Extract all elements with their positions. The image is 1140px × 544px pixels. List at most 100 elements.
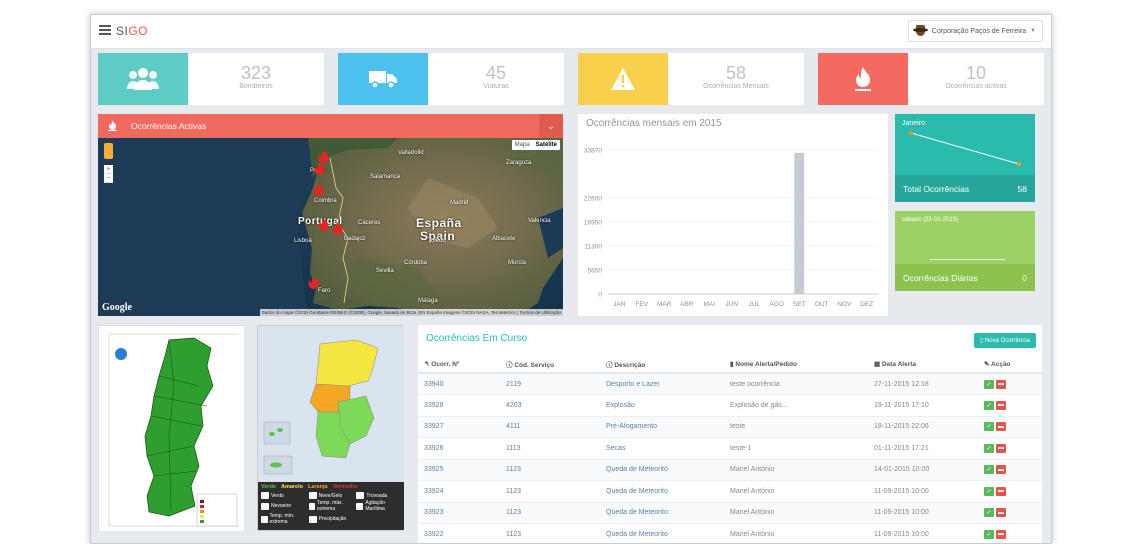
map-attribution[interactable]: Dados do mapa ©2015 GeoBasis-DE/BKG (©20… (260, 309, 563, 316)
total-occurrences-strip: Total Ocorrências 58 (895, 175, 1035, 202)
x-tick-label: SET (793, 301, 806, 308)
new-occurrence-button[interactable]: ▯ Nova Ocorrência (974, 333, 1036, 348)
service-code[interactable]: 1123 (500, 502, 600, 524)
table-row[interactable]: 339284203ExplosãoExplosão de gás...19-11… (418, 395, 1042, 417)
occurrence-marker[interactable] (313, 183, 324, 197)
occurrences-table: ↰ Ocorr. Nº ⓘ Cód. Serviço ⓘ Descrição ▮… (418, 355, 1042, 544)
confirm-icon[interactable]: ✓ (984, 487, 994, 496)
occurrence-number[interactable]: 33928 (418, 395, 500, 417)
occurrence-marker[interactable] (314, 162, 325, 176)
confirm-icon[interactable]: ✓ (984, 422, 994, 431)
alert-date: 27-11-2015 12:18 (868, 373, 978, 395)
map-type-toggle[interactable]: Mapa Satélite (512, 140, 560, 150)
description[interactable]: Queda de Meteorito (600, 481, 724, 503)
description[interactable]: Secas (600, 438, 724, 460)
trash-icon[interactable]: ▬ (996, 465, 1006, 474)
service-code[interactable]: 1123 (500, 459, 600, 481)
brand-logo[interactable]: SIGO (116, 24, 148, 38)
description[interactable]: Queda de Meteorito (600, 524, 724, 544)
top-navbar: SIGO Corporação Paços de Ferreira ▼ (91, 15, 1051, 49)
alert-name: Manel António (724, 502, 868, 524)
map-panel-header: Ocorrências Activas ⌄ (98, 114, 563, 138)
map-type-satellite[interactable]: Satélite (533, 140, 560, 150)
warnings-legend: Verde Amarelo Laranja Vermelho Vento Nev… (258, 482, 404, 530)
col-data-alerta[interactable]: ▦ Data Alerta (868, 355, 978, 373)
satellite-map[interactable]: Mapa Satélite + − Porto Coimbra Portugal… (98, 138, 563, 316)
col-ocorr[interactable]: ↰ Ocorr. Nº (418, 355, 500, 373)
menu-icon[interactable] (99, 25, 111, 35)
occurrence-number[interactable]: 33925 (418, 459, 500, 481)
occurrence-number[interactable]: 33924 (418, 481, 500, 503)
occurrence-number[interactable]: 33940 (418, 373, 500, 395)
occurrence-number[interactable]: 33922 (418, 524, 500, 544)
stat-card-ocorrencias-mensais[interactable]: 58Ocorrências Mensais (578, 53, 804, 105)
row-actions: ✓▬ (978, 373, 1042, 395)
occurrence-number[interactable]: 33927 (418, 416, 500, 438)
confirm-icon[interactable]: ✓ (984, 508, 994, 517)
confirm-icon[interactable]: ✓ (984, 380, 994, 389)
level-orange: Laranja (308, 484, 328, 490)
service-code[interactable]: 1123 (500, 524, 600, 544)
x-tick-label: OUT (815, 301, 829, 308)
service-code[interactable]: 1113 (500, 438, 600, 460)
table-row[interactable]: 339241123Queda de MeteoritoManel António… (418, 481, 1042, 503)
fire-risk-map (98, 325, 243, 530)
trend-sparkline (895, 114, 1035, 174)
trash-icon[interactable]: ▬ (996, 487, 1006, 496)
service-code[interactable]: 2119 (500, 373, 600, 395)
stat-card-bombeiros[interactable]: 323Bombeiros (98, 53, 324, 105)
alert-date: 18-11-2015 22:06 (868, 416, 978, 438)
table-row[interactable]: 339261113Secasteste-101-11-2015 17:21✓▬ (418, 438, 1042, 460)
occurrence-marker[interactable] (332, 222, 343, 236)
trash-icon[interactable]: ▬ (996, 444, 1006, 453)
map-type-map[interactable]: Mapa (512, 140, 533, 150)
row-actions: ✓▬ (978, 438, 1042, 460)
users-icon (98, 53, 188, 105)
collapse-chevron-icon[interactable]: ⌄ (539, 114, 563, 138)
confirm-icon[interactable]: ✓ (984, 401, 994, 410)
description[interactable]: Desporto e Lazer (600, 373, 724, 395)
confirm-icon[interactable]: ✓ (984, 465, 994, 474)
trash-icon[interactable]: ▬ (996, 508, 1006, 517)
trash-icon[interactable]: ▬ (996, 422, 1006, 431)
col-descricao[interactable]: ⓘ Descrição (600, 355, 724, 373)
description[interactable]: Pré-Afogamento (600, 416, 724, 438)
description[interactable]: Queda de Meteorito (600, 502, 724, 524)
total-occurrences-value: 58 (1018, 184, 1027, 194)
daily-occurrences-card[interactable]: sábado (31-01-2015) Ocorrências Diárias … (895, 211, 1035, 291)
col-codigo[interactable]: ⓘ Cód. Serviço (500, 355, 600, 373)
alert-name: teste ocorrência (724, 373, 868, 395)
stat-card-viaturas[interactable]: 45Viaturas (338, 53, 564, 105)
table-row[interactable]: 339231123Queda de MeteoritoManel António… (418, 502, 1042, 524)
service-code[interactable]: 4203 (500, 395, 600, 417)
organization-dropdown[interactable]: Corporação Paços de Ferreira ▼ (908, 20, 1043, 42)
confirm-icon[interactable]: ✓ (984, 530, 994, 539)
table-row[interactable]: 339402119Desporto e Lazerteste ocorrênci… (418, 373, 1042, 395)
map-label: Valladolid (398, 150, 424, 156)
description[interactable]: Explosão (600, 395, 724, 417)
confirm-icon[interactable]: ✓ (984, 444, 994, 453)
alert-date: 14-01-2015 10:00 (868, 459, 978, 481)
service-code[interactable]: 4111 (500, 416, 600, 438)
occurrence-number[interactable]: 33923 (418, 502, 500, 524)
table-row[interactable]: 339221123Queda de MeteoritoManel António… (418, 524, 1042, 544)
total-occurrences-card[interactable]: Janeiro Total Ocorrências 58 (895, 114, 1035, 202)
trash-icon[interactable]: ▬ (996, 530, 1006, 539)
service-code[interactable]: 1123 (500, 481, 600, 503)
stat-card-ocorrencias-activas[interactable]: 10Ocorrências activas (818, 53, 1044, 105)
description[interactable]: Queda de Meteorito (600, 459, 724, 481)
col-nome-alerta[interactable]: ▮ Nome Alerta/Pedido (724, 355, 868, 373)
file-icon: ▯ (980, 338, 983, 344)
occurrence-marker[interactable] (308, 276, 319, 290)
occurrence-number[interactable]: 33926 (418, 438, 500, 460)
occurrence-marker[interactable] (318, 218, 329, 232)
table-row[interactable]: 339274111Pré-Afogamentoteste18-11-2015 2… (418, 416, 1042, 438)
trash-icon[interactable]: ▬ (996, 380, 1006, 389)
crest-icon (913, 24, 928, 38)
table-row[interactable]: 339251123Queda de MeteoritoManel António… (418, 459, 1042, 481)
trash-icon[interactable]: ▬ (996, 401, 1006, 410)
zoom-in-button[interactable]: + (104, 165, 113, 174)
stat-label: Viaturas (428, 83, 564, 90)
street-view-pegman-icon[interactable] (104, 143, 113, 159)
zoom-out-button[interactable]: − (104, 174, 113, 183)
